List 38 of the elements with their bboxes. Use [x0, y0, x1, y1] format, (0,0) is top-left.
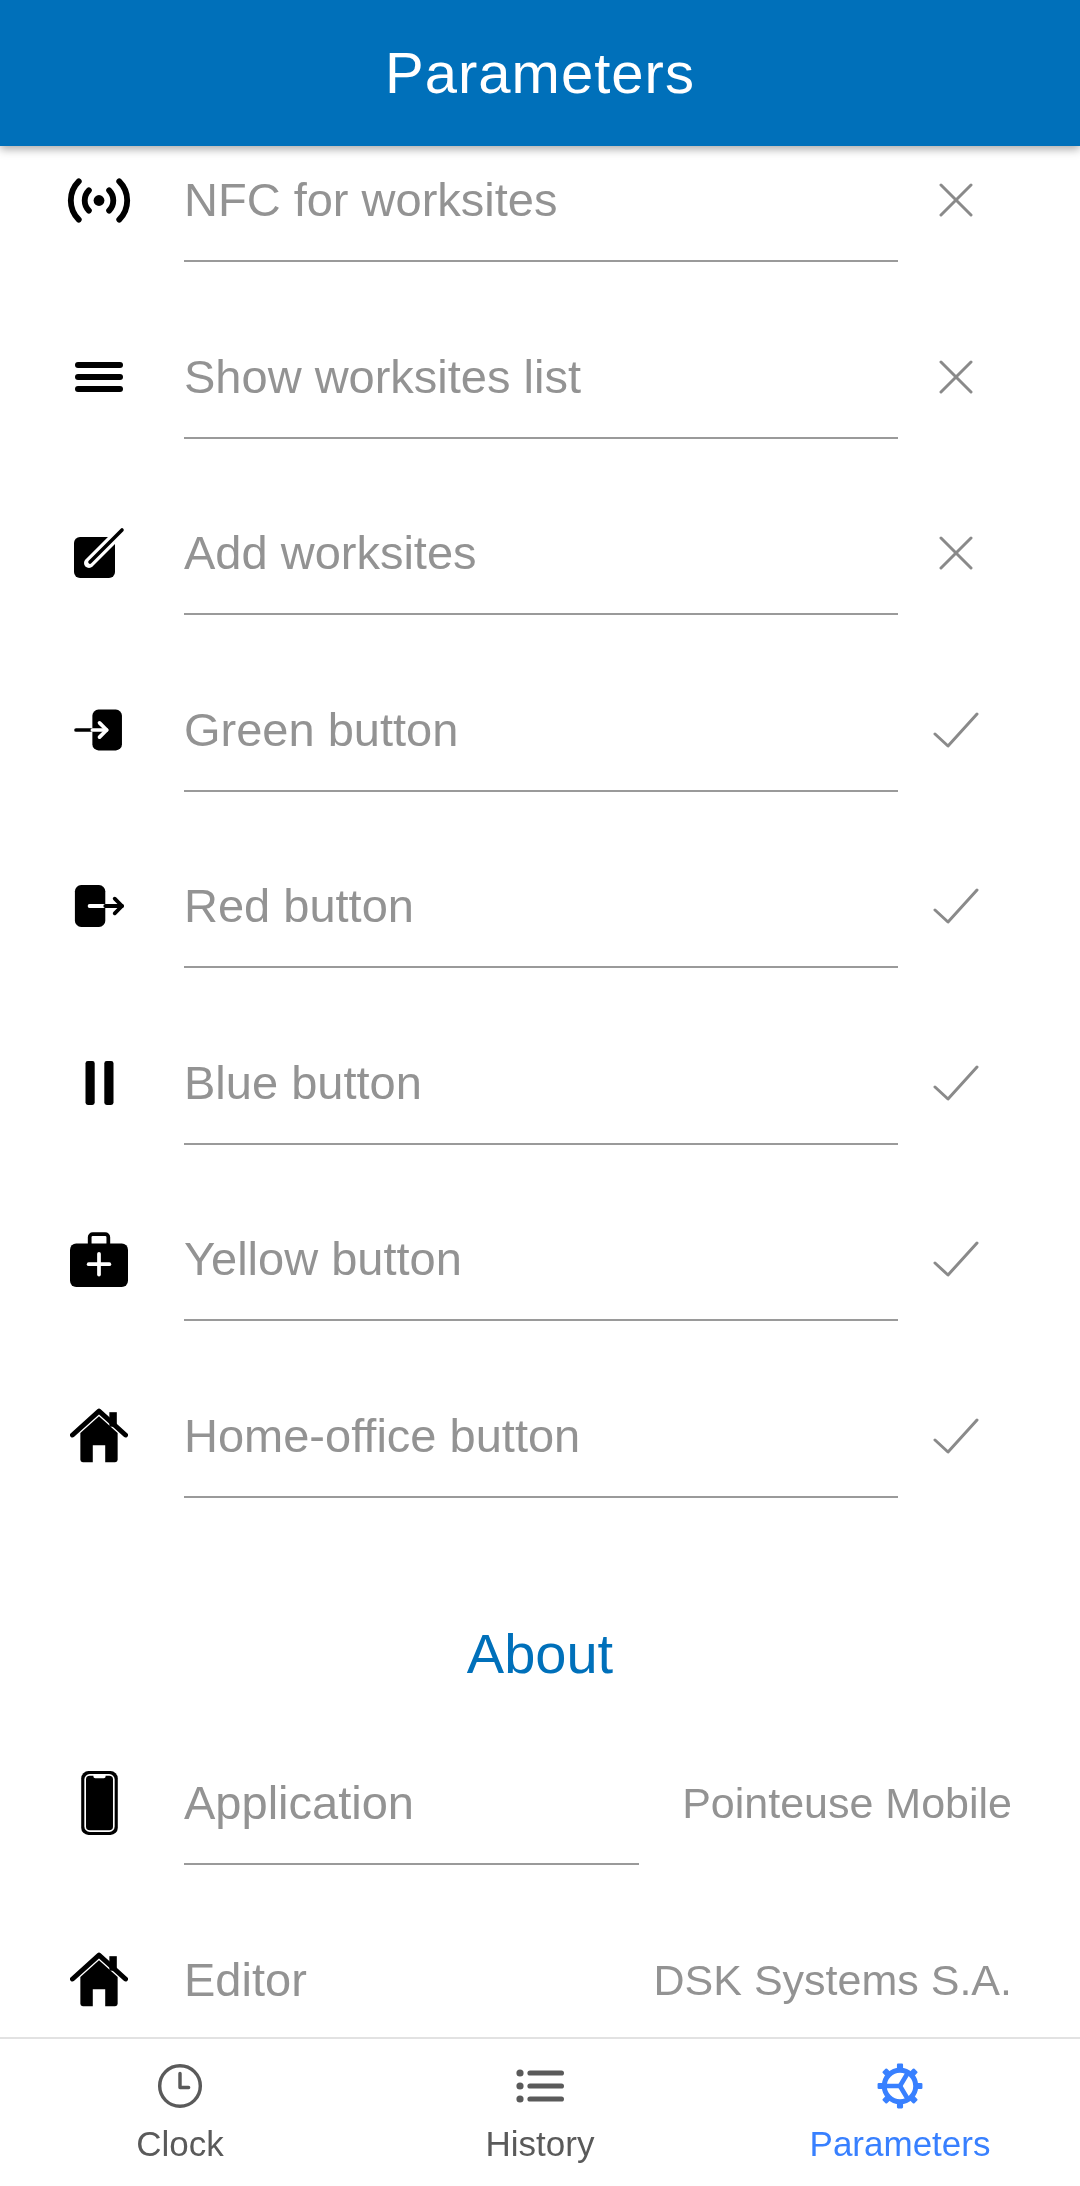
setting-label: Green button — [184, 701, 459, 758]
check-icon[interactable] — [933, 888, 979, 924]
close-icon[interactable] — [939, 359, 973, 394]
enter-icon — [74, 707, 124, 752]
setting-label: Home-office button — [184, 1407, 581, 1464]
page-title: Parameters — [385, 39, 695, 107]
phone-icon — [80, 1771, 118, 1835]
info-label: Editor — [184, 1951, 307, 2008]
check-icon[interactable] — [933, 1241, 979, 1277]
check-icon[interactable] — [933, 711, 979, 748]
close-icon[interactable] — [939, 536, 973, 570]
setting-label: Yellow button — [184, 1231, 462, 1287]
settings-icon — [877, 2063, 923, 2109]
exit-icon — [73, 884, 125, 928]
nav-tab[interactable]: Clock — [0, 2039, 360, 2186]
clock-icon — [157, 2063, 203, 2109]
pause-icon — [84, 1060, 114, 1105]
setting-label: Blue button — [184, 1054, 422, 1111]
check-icon[interactable] — [933, 1064, 979, 1101]
home-icon — [70, 1408, 128, 1463]
setting-label: Add worksites — [184, 525, 477, 581]
info-label: Application — [184, 1775, 414, 1831]
medkit-icon — [70, 1231, 128, 1287]
section-heading: About — [466, 1621, 614, 1687]
edit-icon — [73, 527, 125, 579]
info-value: DSK Systems S.A. — [653, 1954, 1012, 2006]
nav-tab[interactable]: Parameters — [720, 2039, 1080, 2186]
check-icon[interactable] — [933, 1417, 979, 1454]
list-icon — [516, 2068, 564, 2104]
setting-label: NFC for worksites — [184, 172, 558, 228]
menu-icon — [75, 361, 123, 392]
info-value: Pointeuse Mobile — [682, 1778, 1012, 1829]
nav-tab[interactable]: History — [360, 2039, 720, 2186]
setting-label: Red button — [184, 878, 414, 934]
setting-label: Show worksites list — [184, 348, 581, 405]
close-icon[interactable] — [939, 183, 973, 217]
broadcast-icon — [67, 177, 131, 223]
home-icon — [70, 1952, 128, 2007]
